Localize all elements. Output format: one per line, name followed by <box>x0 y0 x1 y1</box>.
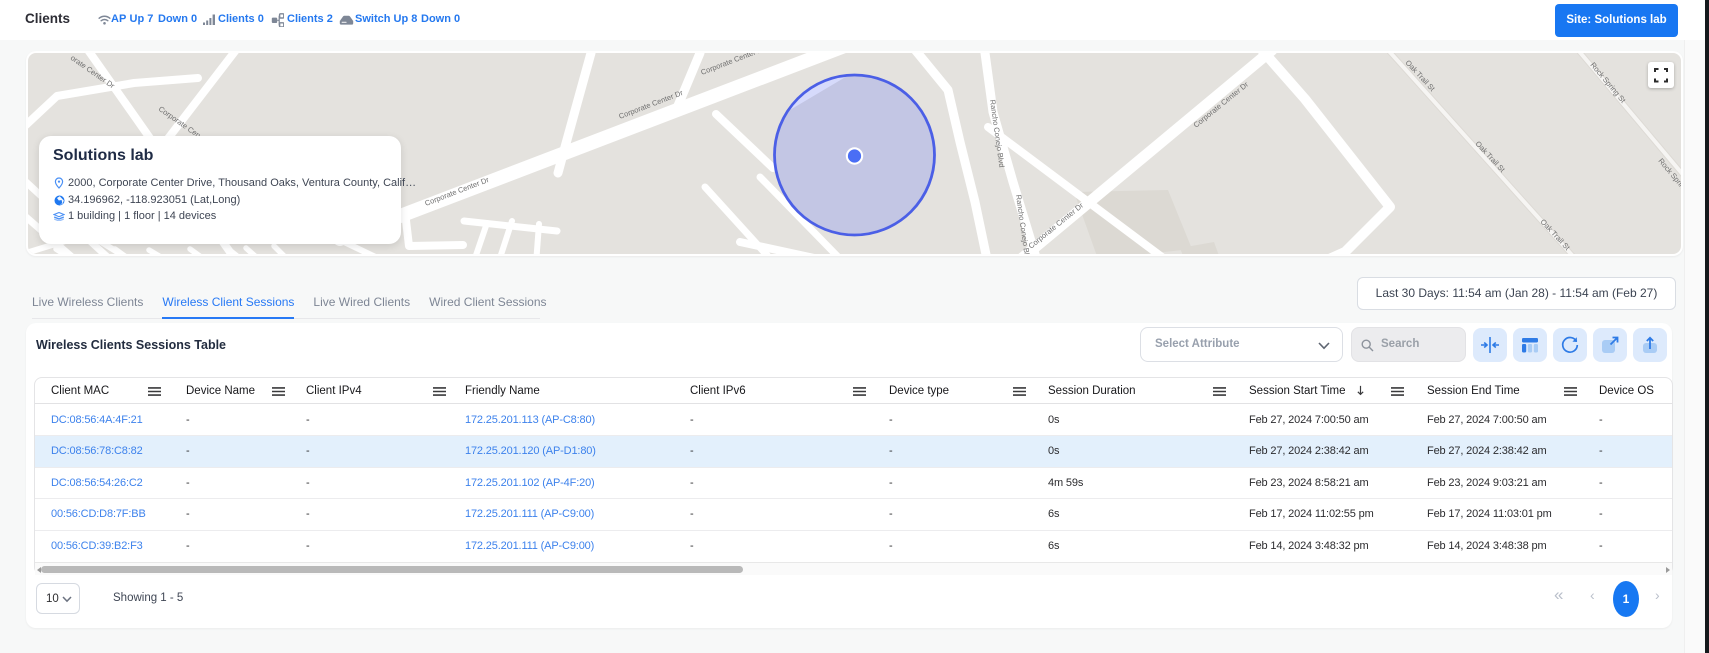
svg-text:Oak Trail St: Oak Trail St <box>1539 217 1573 252</box>
svg-text:Rock Spring St: Rock Spring St <box>1588 61 1628 106</box>
svg-text:Rock Spring St: Rock Spring St <box>1656 157 1681 202</box>
svg-text:Oak Trail St: Oak Trail St <box>1474 139 1508 174</box>
svg-text:Corporate Cen: Corporate Cen <box>157 104 202 140</box>
svg-text:Corporate Center Dr: Corporate Center Dr <box>1027 200 1086 250</box>
